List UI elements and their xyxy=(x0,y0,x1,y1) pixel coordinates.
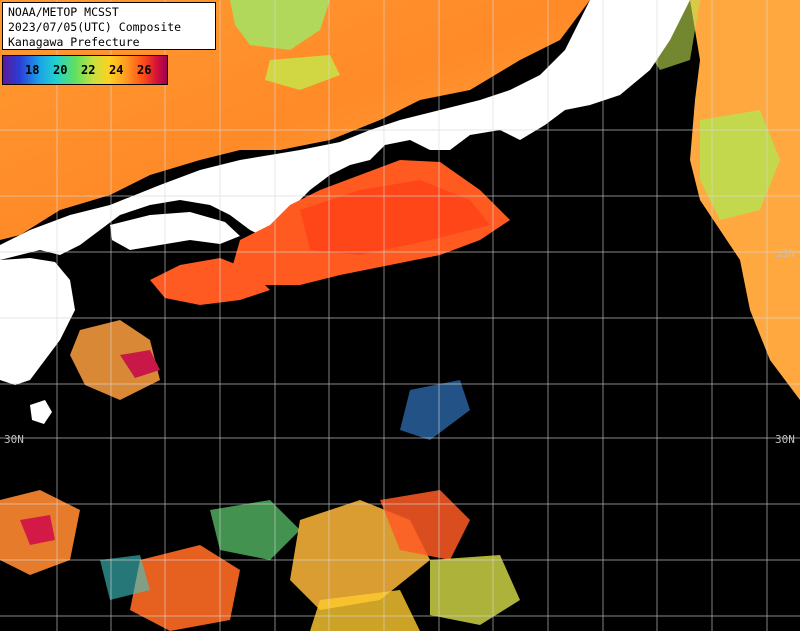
legend-tick-18: 18 xyxy=(25,63,40,77)
title-panel: NOAA/METOP MCSST 2023/07/05(UTC) Composi… xyxy=(2,2,216,50)
land-kyushu xyxy=(0,258,75,385)
title-source: NOAA/METOP MCSST xyxy=(8,5,119,19)
temperature-legend: 18 20 22 24 26 xyxy=(2,55,168,85)
land-island xyxy=(30,400,52,424)
sst-map: NOAA/METOP MCSST 2023/07/05(UTC) Composi… xyxy=(0,0,800,631)
legend-tick-22: 22 xyxy=(81,63,96,77)
title-date: 2023/07/05(UTC) Composite xyxy=(8,20,182,34)
legend-tick-26: 26 xyxy=(137,63,152,77)
lat-label-33n-right: 33N xyxy=(775,247,795,260)
title-region: Kanagawa Prefecture xyxy=(8,35,140,49)
land-shikoku xyxy=(110,212,240,250)
map-graphic xyxy=(0,0,800,631)
lat-label-30n-right: 30N xyxy=(775,433,795,446)
legend-tick-24: 24 xyxy=(109,63,124,77)
legend-tick-20: 20 xyxy=(53,63,68,77)
lat-label-30n-left: 30N xyxy=(4,433,24,446)
